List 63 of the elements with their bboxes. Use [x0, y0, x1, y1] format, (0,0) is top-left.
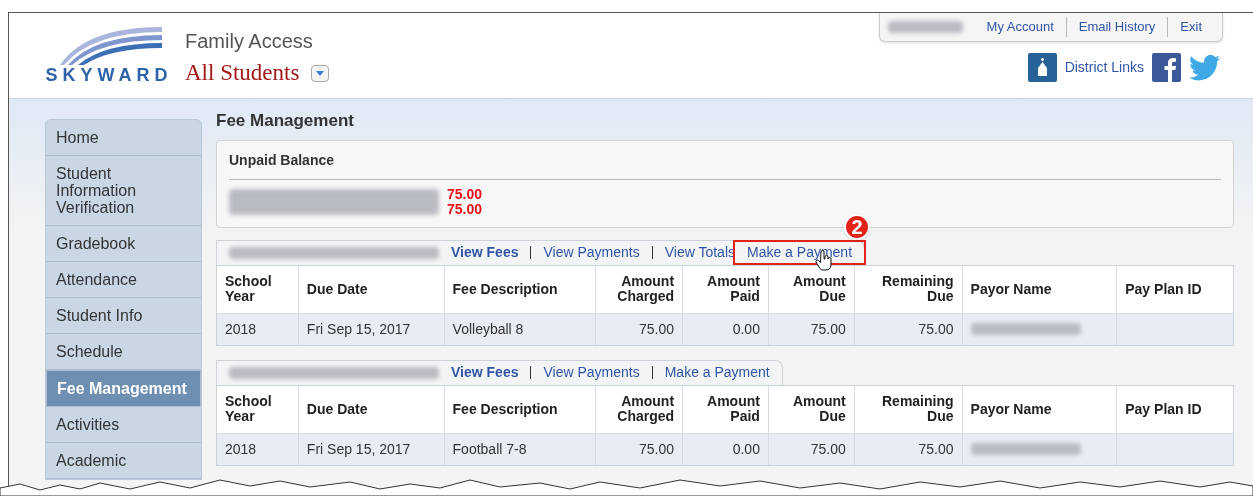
account-link[interactable]: My Account [974, 17, 1066, 37]
column-header: Amount Charged [616, 274, 675, 304]
table-cell-text: Volleyball 8 [452, 319, 524, 339]
sidebar-item[interactable]: Student Info [46, 298, 201, 334]
table-cell-text: 75.00 [639, 319, 675, 339]
sidebar-item[interactable]: Attendance [46, 262, 201, 298]
fee-link[interactable]: View Totals [664, 242, 735, 263]
balance-amount: 75.00 [447, 186, 483, 202]
column-header: Amount Due [791, 394, 846, 424]
column-header: Fee Description [452, 401, 558, 417]
app-title: Family Access [185, 29, 314, 54]
column-header: Amount Charged [616, 394, 675, 424]
fee-link[interactable]: View Payments [543, 242, 640, 263]
fee-link[interactable]: Make a Payment [664, 362, 770, 383]
student-selector[interactable]: All Students [185, 56, 300, 91]
panel-title: Unpaid Balance [229, 149, 1221, 180]
sidebar-item[interactable]: Academic [46, 443, 201, 479]
fee-link[interactable]: View Fees [451, 242, 519, 263]
column-header: Amount Paid [706, 394, 760, 424]
sidebar-item[interactable]: Student Information Verification [46, 156, 201, 226]
twitter-icon[interactable] [1189, 54, 1221, 81]
table-cell-text: 75.00 [918, 439, 954, 459]
sidebar-item[interactable]: Gradebook [46, 226, 201, 262]
table-cell-text: 2018 [225, 439, 257, 459]
table-cell-text: 75.00 [810, 319, 846, 339]
column-header: Remaining Due [881, 394, 954, 424]
church-icon [1027, 53, 1057, 82]
column-header: Amount Paid [706, 274, 760, 304]
column-header: Amount Due [791, 274, 846, 304]
district-links-link[interactable]: District Links [1064, 57, 1144, 78]
page-title: Fee Management [216, 110, 355, 132]
column-header: School Year [225, 394, 273, 424]
table-cell-text: 2018 [225, 319, 257, 339]
account-link[interactable]: Exit [1167, 17, 1214, 37]
fee-link[interactable]: View Fees [451, 362, 519, 383]
fee-link[interactable]: Make a Payment [735, 242, 865, 263]
column-header: School Year [225, 274, 273, 304]
balance-amount: 75.00 [447, 201, 483, 217]
column-header: Remaining Due [881, 274, 954, 304]
column-header: Payor Name [970, 401, 1052, 417]
step-badge: 2 [844, 214, 871, 240]
column-header: Fee Description [452, 281, 558, 297]
table-cell-text: 75.00 [810, 439, 846, 459]
fee-link[interactable]: View Payments [543, 362, 640, 383]
caret-icon [316, 70, 325, 76]
table-cell-text: Football 7-8 [452, 439, 527, 459]
dropdown-button[interactable] [311, 64, 330, 82]
table-cell-text: 75.00 [918, 319, 954, 339]
sidebar-item[interactable]: Activities [46, 407, 201, 443]
table-cell-text: Fri Sep 15, 2017 [306, 319, 411, 339]
column-header: Pay Plan ID [1125, 401, 1202, 417]
table-cell-text: Fri Sep 15, 2017 [306, 439, 411, 459]
account-link[interactable]: Email History [1065, 17, 1168, 37]
table-cell-text: 75.00 [639, 439, 675, 459]
column-header: Due Date [306, 401, 368, 417]
table-cell-text: 0.00 [732, 439, 760, 459]
table-cell-text: 0.00 [732, 319, 760, 339]
column-header: Pay Plan ID [1125, 281, 1202, 297]
column-header: Due Date [306, 281, 368, 297]
facebook-icon[interactable] [1152, 53, 1181, 82]
column-header: Payor Name [970, 281, 1052, 297]
sidebar-item[interactable]: Home [46, 120, 201, 156]
logo-text: SKYWARD [45, 65, 173, 85]
